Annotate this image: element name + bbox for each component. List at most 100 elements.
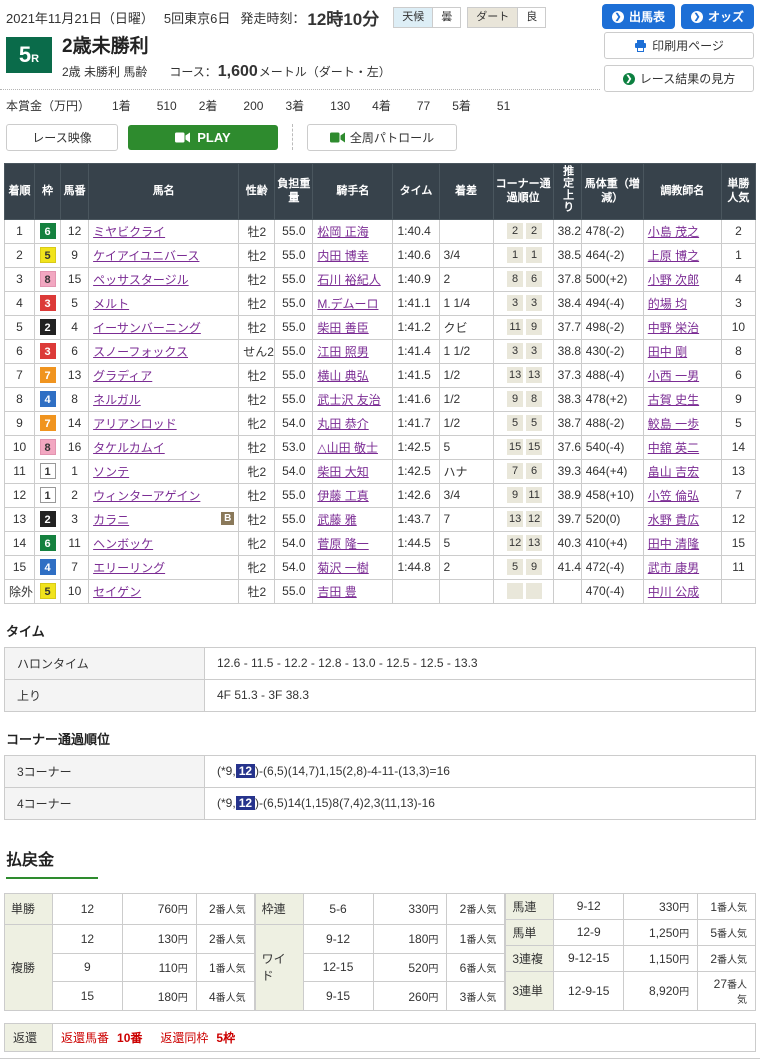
horse-name-link[interactable]: アリアンロッド xyxy=(93,417,177,431)
horse-name-link[interactable]: グラディア xyxy=(93,369,152,383)
trainer-link[interactable]: 中舘 英二 xyxy=(648,441,699,455)
video-camera-icon xyxy=(175,132,190,143)
horse-name-link[interactable]: ヘンボッケ xyxy=(93,537,153,551)
finish-time: 1:41.6 xyxy=(393,387,439,411)
horse-number: 6 xyxy=(61,339,89,363)
jockey-link[interactable]: △山田 敬士 xyxy=(317,441,378,455)
trainer-link[interactable]: 武市 康男 xyxy=(648,561,699,575)
carried-weight: 55.0 xyxy=(275,339,313,363)
jockey-link[interactable]: 吉田 豊 xyxy=(317,585,356,599)
jockey-link[interactable]: M.デムーロ xyxy=(317,297,378,311)
jockey-link[interactable]: 菅原 隆一 xyxy=(317,537,368,551)
horse-name-link[interactable]: スノーフォックス xyxy=(93,345,188,359)
result-row: 435メルト牡255.0M.デムーロ1:41.11 1/43338.4494(-… xyxy=(5,291,756,315)
carried-weight: 55.0 xyxy=(275,267,313,291)
finish-position: 6 xyxy=(5,339,35,363)
win-popularity: 15 xyxy=(721,531,755,555)
result-guide-button[interactable]: ❯ レース結果の見方 xyxy=(604,65,754,92)
corner4-position xyxy=(526,583,542,599)
payout-row: 馬単12-91,250円5番人気 xyxy=(506,919,756,945)
corner-order-cell: 1313 xyxy=(493,363,553,387)
trainer-link[interactable]: 中野 栄治 xyxy=(648,321,699,335)
horse-name-link[interactable]: ソンテ xyxy=(93,465,129,479)
horse-name-link[interactable]: ネルガル xyxy=(93,393,141,407)
frame-number-badge: 6 xyxy=(40,223,56,239)
corner-order-cell: 1213 xyxy=(493,531,553,555)
carried-weight: 54.0 xyxy=(275,459,313,483)
win-popularity: 2 xyxy=(721,219,755,243)
last-3f-time: 37.6 xyxy=(553,435,581,459)
trainer-link[interactable]: 中川 公成 xyxy=(648,585,699,599)
payout-selection: 9-12 xyxy=(554,893,624,919)
time-row-label: ハロンタイム xyxy=(5,647,205,679)
payout-popularity: 1番人気 xyxy=(447,924,505,953)
trainer-link[interactable]: 田中 清隆 xyxy=(648,537,699,551)
horse-name-link[interactable]: セイゲン xyxy=(93,585,141,599)
result-row: 848ネルガル牡255.0武士沢 友治1:41.61/29838.3478(+2… xyxy=(5,387,756,411)
race-title: 2歳未勝利 xyxy=(62,37,391,58)
jockey-link[interactable]: 菊沢 一樹 xyxy=(317,561,368,575)
last-3f-time: 38.3 xyxy=(553,387,581,411)
jockey-link[interactable]: 横山 典弘 xyxy=(317,369,368,383)
trainer-link[interactable]: 畠山 吉宏 xyxy=(648,465,699,479)
course-label: コース： xyxy=(169,63,216,80)
prize-place-label: 1着 xyxy=(112,99,131,113)
jockey-link[interactable]: 武士沢 友治 xyxy=(317,393,380,407)
trainer-link[interactable]: 小島 茂之 xyxy=(648,225,699,239)
payout-amount: 8,920円 xyxy=(624,971,698,1010)
horse-name-link[interactable]: イーサンバーニング xyxy=(93,321,201,335)
jockey-cell: 伊藤 工真 xyxy=(313,483,393,507)
corner3-position: 15 xyxy=(507,439,523,455)
jockey-link[interactable]: 武藤 雅 xyxy=(317,513,356,527)
finish-time: 1:44.5 xyxy=(393,531,439,555)
refund-kind-value: 10番 xyxy=(117,1031,142,1045)
win-popularity: 4 xyxy=(721,267,755,291)
horse-name-cell: メルト xyxy=(89,291,239,315)
jockey-link[interactable]: 柴田 大知 xyxy=(317,465,368,479)
finish-time: 1:41.7 xyxy=(393,411,439,435)
prize-money-row: 本賞金（万円） 1着5102着2003着1304着775着51 xyxy=(0,90,600,118)
trainer-link[interactable]: 小西 一男 xyxy=(648,369,699,383)
horse-name-link[interactable]: ミヤビクライ xyxy=(93,225,165,239)
trainer-link[interactable]: 古賀 史生 xyxy=(648,393,699,407)
jockey-link[interactable]: 伊藤 工真 xyxy=(317,489,368,503)
horse-name-link[interactable]: エリーリング xyxy=(93,561,165,575)
print-page-button[interactable]: 印刷用ページ xyxy=(604,32,754,59)
margin xyxy=(439,219,493,243)
horse-name-link[interactable]: ペッサスタージル xyxy=(93,273,189,287)
trainer-link[interactable]: 小野 次郎 xyxy=(648,273,699,287)
trainer-link[interactable]: 的場 均 xyxy=(648,297,687,311)
horse-name-link[interactable]: ウィンターアゲイン xyxy=(93,489,200,503)
entries-button[interactable]: ❯ 出馬表 xyxy=(602,4,675,29)
race-number-suffix: R xyxy=(31,53,39,65)
margin: ハナ xyxy=(439,459,493,483)
trainer-link[interactable]: 水野 貴広 xyxy=(648,513,699,527)
jockey-link[interactable]: 内田 博幸 xyxy=(317,249,368,263)
entries-button-label: 出馬表 xyxy=(629,8,665,25)
odds-button[interactable]: ❯ オッズ xyxy=(681,4,754,29)
win-popularity: 12 xyxy=(721,507,755,531)
payout-selection: 12 xyxy=(52,893,122,924)
trainer-link[interactable]: 田中 剛 xyxy=(648,345,687,359)
horse-name-link[interactable]: ケイアイユニバース xyxy=(93,249,199,263)
trainer-link[interactable]: 小笠 倫弘 xyxy=(648,489,699,503)
horse-name-link[interactable]: カラニ xyxy=(93,513,129,527)
jockey-link[interactable]: 丸田 恭介 xyxy=(317,417,368,431)
payout-selection: 5-6 xyxy=(303,893,373,924)
popularity-suffix: 番人気 xyxy=(717,929,747,940)
trainer-link[interactable]: 鮫島 一歩 xyxy=(648,417,699,431)
horse-name-link[interactable]: メルト xyxy=(93,297,129,311)
play-button[interactable]: PLAY xyxy=(128,125,278,150)
horse-number: 14 xyxy=(61,411,89,435)
patrol-video-button[interactable]: 全周パトロール xyxy=(307,124,457,151)
trainer-link[interactable]: 上原 博之 xyxy=(648,249,699,263)
start-time-value: 12時10分 xyxy=(307,5,379,30)
carried-weight: 55.0 xyxy=(275,243,313,267)
last-3f-time: 37.3 xyxy=(553,363,581,387)
jockey-link[interactable]: 石川 裕紀人 xyxy=(317,273,380,287)
horse-name-cell: ソンテ xyxy=(89,459,239,483)
jockey-link[interactable]: 松岡 正海 xyxy=(317,225,368,239)
horse-name-link[interactable]: タケルカムイ xyxy=(93,441,165,455)
jockey-link[interactable]: 江田 照男 xyxy=(317,345,368,359)
jockey-link[interactable]: 柴田 善臣 xyxy=(317,321,368,335)
